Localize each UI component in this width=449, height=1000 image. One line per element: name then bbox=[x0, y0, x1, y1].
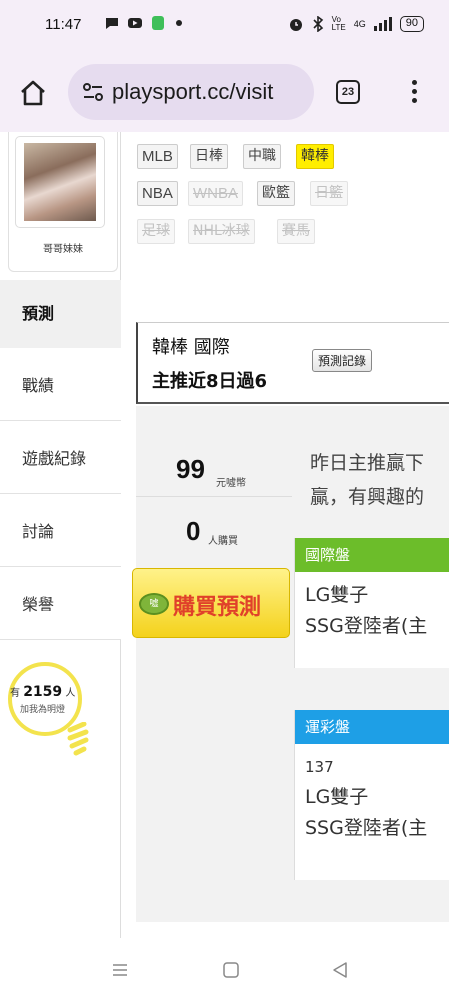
fans-caption[interactable]: 加我為明燈 bbox=[20, 702, 65, 715]
back-icon[interactable] bbox=[330, 960, 350, 980]
prediction-record-button[interactable]: 預測記錄 bbox=[312, 349, 373, 372]
stat-divider bbox=[136, 496, 292, 497]
volte-icon: Vo LTE bbox=[331, 15, 346, 32]
dot-icon bbox=[176, 20, 182, 26]
coin-icon: 噓 bbox=[139, 593, 169, 615]
buy-prediction-button[interactable]: 噓 購買預測 bbox=[132, 568, 290, 638]
tag-japan-basketball: 日籃 bbox=[310, 181, 348, 206]
sidebar-item-prediction[interactable]: 預測 bbox=[0, 280, 121, 348]
tag-kbo[interactable]: 韓棒 bbox=[296, 144, 334, 169]
tag-mlb[interactable]: MLB bbox=[137, 144, 178, 169]
lottery-line-card: 運彩盤 137 LG雙子 SSG登陸者(主 bbox=[294, 710, 449, 880]
intl-line-team-1: LG雙子 bbox=[305, 584, 369, 606]
tag-wnba: WNBA bbox=[188, 181, 243, 206]
recent-apps-icon[interactable] bbox=[110, 960, 130, 980]
system-nav-bar bbox=[0, 938, 449, 1000]
intl-line-team-2: SSG登陸者(主 bbox=[305, 615, 428, 637]
browser-toolbar: playsport.cc/visit 23 bbox=[0, 52, 449, 132]
prediction-description: 昨日主推贏下 贏，有興趣的 bbox=[310, 446, 424, 514]
sidebar-menu: 預測 戰績 遊戲紀錄 討論 榮譽 bbox=[0, 280, 121, 640]
fans-count-line: 有 2159 人 bbox=[10, 684, 75, 700]
alarm-icon bbox=[289, 19, 302, 31]
lottery-line-team-2: SSG登陸者(主 bbox=[305, 817, 428, 839]
status-time: 11:47 bbox=[45, 16, 82, 33]
sidebar-item-honor[interactable]: 榮譽 bbox=[0, 567, 121, 640]
signal-icon bbox=[373, 17, 392, 31]
home-nav-icon[interactable] bbox=[221, 960, 241, 980]
app-icon bbox=[152, 16, 164, 30]
tag-nba[interactable]: NBA bbox=[137, 181, 178, 206]
bluetooth-icon bbox=[313, 16, 323, 32]
site-settings-icon[interactable] bbox=[82, 82, 104, 102]
intl-line-title: 國際盤 bbox=[295, 538, 449, 572]
profile-name[interactable]: 哥哥妹妹 bbox=[9, 240, 117, 255]
lottery-line-team-1: LG雙子 bbox=[305, 786, 369, 808]
battery-indicator: 90 bbox=[399, 16, 424, 32]
browser-menu-icon[interactable] bbox=[404, 77, 424, 107]
tag-euro-basketball[interactable]: 歐籃 bbox=[257, 181, 295, 206]
lottery-game-number: 137 bbox=[305, 758, 334, 776]
page-title: 韓棒 國際 bbox=[152, 337, 230, 358]
follow-bulb-widget[interactable]: 有 2159 人 加我為明燈 bbox=[6, 662, 106, 772]
price-value: 99 bbox=[176, 454, 205, 484]
profile-card[interactable]: 哥哥妹妹 bbox=[8, 132, 118, 272]
description-line-2: 贏，有興趣的 bbox=[310, 486, 425, 508]
price-unit: 元噓幣 bbox=[216, 478, 246, 489]
prediction-header: 韓棒 國際 主推近8日過6 預測記錄 bbox=[136, 322, 449, 404]
buy-prediction-label: 購買預測 bbox=[173, 595, 262, 620]
bulb-base-icon bbox=[67, 722, 89, 756]
url-text[interactable]: playsport.cc/visit bbox=[112, 79, 273, 105]
youtube-icon bbox=[128, 18, 142, 28]
tag-horse-racing: 賽馬 bbox=[277, 219, 315, 244]
tag-nhl: NHL冰球 bbox=[188, 219, 255, 244]
description-line-1: 昨日主推贏下 bbox=[310, 452, 425, 474]
fans-suffix: 人 bbox=[65, 688, 76, 699]
buyers-count: 0 bbox=[186, 516, 201, 546]
status-bar: 11:47 Vo LTE 4G 90 bbox=[0, 0, 449, 52]
page-subtitle: 主推近8日過6 bbox=[152, 371, 268, 392]
chat-icon bbox=[106, 18, 118, 29]
avatar[interactable] bbox=[24, 143, 96, 221]
fans-count: 2159 bbox=[23, 684, 63, 700]
prediction-content: 99 元噓幣 0 人購買 噓 購買預測 昨日主推贏下 贏，有興趣的 國際盤 LG… bbox=[132, 406, 449, 922]
avatar-frame bbox=[15, 136, 105, 228]
sport-filter: MLB 日棒 中職 韓棒 NBA WNBA 歐籃 日籃 足球 NHL冰球 賽馬 bbox=[122, 132, 449, 307]
sidebar-item-record[interactable]: 戰績 bbox=[0, 348, 121, 421]
sidebar-item-game-log[interactable]: 遊戲紀錄 bbox=[0, 421, 121, 494]
web-page: 哥哥妹妹 預測 戰績 遊戲紀錄 討論 榮譽 有 2159 人 加我為明燈 MLB bbox=[0, 132, 449, 938]
tag-cpbl[interactable]: 中職 bbox=[243, 144, 281, 169]
buyers-unit: 人購買 bbox=[208, 536, 238, 547]
lottery-line-title: 運彩盤 bbox=[295, 710, 449, 744]
intl-line-card: 國際盤 LG雙子 SSG登陸者(主 bbox=[294, 538, 449, 668]
network-label: 4G bbox=[353, 19, 366, 29]
price-box: 99 元噓幣 bbox=[136, 406, 292, 494]
url-bar[interactable]: playsport.cc/visit bbox=[68, 64, 314, 120]
tag-soccer: 足球 bbox=[137, 219, 175, 244]
sidebar-item-discussion[interactable]: 討論 bbox=[0, 494, 121, 567]
tag-npb[interactable]: 日棒 bbox=[190, 144, 228, 169]
fans-prefix: 有 bbox=[10, 688, 20, 699]
tab-switcher-button[interactable]: 23 bbox=[336, 80, 360, 104]
home-icon[interactable] bbox=[18, 78, 48, 108]
